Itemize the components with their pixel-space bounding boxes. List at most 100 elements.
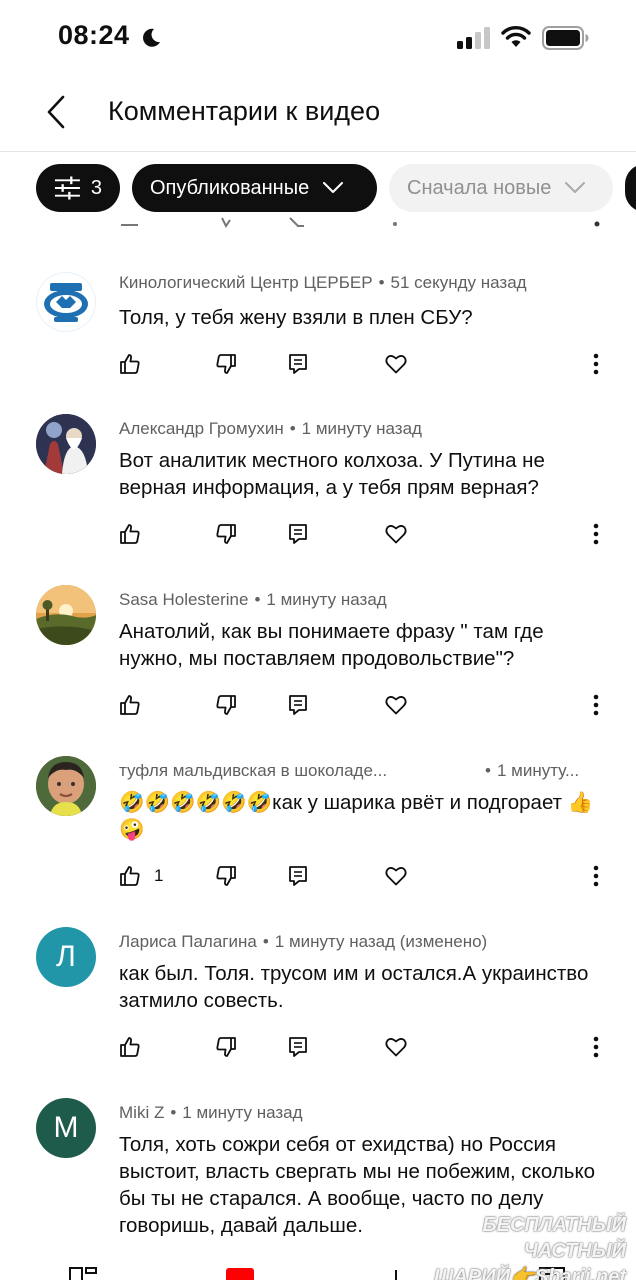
dislike-button[interactable]: [214, 690, 238, 720]
avatar[interactable]: [36, 272, 96, 332]
comment-time: 1 минуту назад: [266, 590, 387, 609]
like-button[interactable]: [118, 519, 154, 549]
sliders-icon: [54, 176, 80, 200]
published-label: Опубликованные: [150, 176, 310, 199]
more-options-button[interactable]: [590, 861, 602, 891]
thumbs-down-icon: [216, 1037, 236, 1057]
comment-item: Л Лариса Палагина • 1 минуту назад (измене…: [0, 919, 636, 1079]
sort-order-chip[interactable]: Сначала новые: [389, 164, 613, 212]
previous-action-icons: [121, 217, 600, 228]
comment-text: как был. Толя. трусом им и остался.А укр…: [119, 962, 589, 1012]
like-button[interactable]: [118, 349, 154, 379]
heart-icon: [385, 355, 407, 374]
heart-icon: [385, 525, 407, 544]
status-bar: 08:24: [0, 0, 636, 76]
more-vertical-icon: [593, 523, 599, 545]
more-options-button[interactable]: [590, 349, 602, 379]
comment-text: 🤣🤣🤣🤣🤣🤣как у шарика рвёт и подгорает 👍🤪: [119, 791, 594, 841]
dislike-button[interactable]: [214, 1032, 238, 1062]
more-options-button[interactable]: [590, 519, 602, 549]
comment-text: Толя, у тебя жену взяли в плен СБУ?: [119, 306, 473, 329]
back-button[interactable]: [36, 92, 76, 132]
published-filter-chip[interactable]: Опубликованные: [132, 164, 377, 212]
heart-button[interactable]: [384, 861, 408, 891]
avatar[interactable]: [36, 585, 96, 645]
dislike-button[interactable]: [214, 349, 238, 379]
comment-author[interactable]: туфля мальдивская в шоколаде...: [119, 761, 387, 780]
thumbs-down-icon: [216, 354, 236, 374]
reply-button[interactable]: [286, 861, 310, 891]
thumbs-up-icon: [120, 524, 140, 544]
comment-author[interactable]: Miki Z: [119, 1103, 164, 1122]
thumbs-up-icon: [120, 1037, 140, 1057]
comment-actions: [118, 690, 618, 720]
like-button[interactable]: 1: [118, 861, 163, 891]
watermark: БЕСПЛАТНЫЙ ЧАСТНЫЙ ШАРИЙ👉Sharij.net: [404, 1212, 626, 1280]
heart-icon: [385, 1038, 407, 1057]
cellular-signal-icon: [457, 27, 490, 49]
more-options-button[interactable]: [590, 1032, 602, 1062]
app-header: Комментарии к видео: [0, 76, 636, 152]
thumbs-down-icon: [216, 524, 236, 544]
comment-text: Анатолий, как вы понимаете фразу " там г…: [119, 620, 544, 670]
reply-button[interactable]: [286, 519, 310, 549]
comment-time: 1 минуту назад (изменено): [274, 932, 488, 951]
reply-comment-icon: [289, 695, 307, 715]
more-chip-partial[interactable]: [625, 164, 636, 212]
status-time: 08:24: [58, 20, 130, 50]
dislike-button[interactable]: [214, 861, 238, 891]
comment-time: 1 минуту...: [496, 761, 580, 780]
like-button[interactable]: [118, 690, 154, 720]
like-count: 1: [154, 866, 164, 885]
comment-actions: [118, 519, 618, 549]
avatar[interactable]: [36, 756, 96, 816]
avatar[interactable]: [36, 414, 96, 474]
comment-meta: Александр Громухин • 1 минуту назад: [119, 419, 422, 438]
comment-author[interactable]: Александр Громухин: [119, 419, 284, 438]
thumbs-up-icon: [120, 695, 140, 715]
kennel-logo-icon: [37, 273, 95, 331]
dislike-button[interactable]: [214, 519, 238, 549]
sort-label: Сначала новые: [407, 176, 552, 199]
heart-button[interactable]: [384, 1032, 408, 1062]
heart-button[interactable]: [384, 690, 408, 720]
reply-button[interactable]: [286, 690, 310, 720]
watermark-line1: БЕСПЛАТНЫЙ ЧАСТНЫЙ: [482, 1214, 626, 1262]
comment-meta: Sasa Holesterine • 1 минуту назад: [119, 590, 387, 609]
comment-item: Sasa Holesterine • 1 минуту назад Анатолий…: [0, 577, 636, 737]
avatar[interactable]: Л: [36, 927, 96, 987]
avatar-letter: M: [53, 1111, 79, 1144]
more-options-button[interactable]: [590, 690, 602, 720]
watermark-line2: ШАРИЙ👉Sharij.net: [433, 1266, 626, 1280]
comment-meta: Кинологический Центр ЦЕРБЕР • 51 секунду н…: [119, 273, 527, 292]
reply-comment-icon: [289, 1037, 307, 1057]
wifi-icon: [501, 26, 531, 47]
moon-icon: [143, 28, 160, 47]
comment-author[interactable]: Кинологический Центр ЦЕРБЕР: [119, 273, 373, 292]
heart-icon: [385, 867, 407, 886]
filter-settings-chip[interactable]: 3: [36, 164, 120, 212]
reply-button[interactable]: [286, 1032, 310, 1062]
heart-button[interactable]: [384, 519, 408, 549]
more-vertical-icon: [593, 353, 599, 375]
reply-button[interactable]: [286, 349, 310, 379]
chevron-down-icon: [323, 182, 344, 193]
more-vertical-icon: [593, 694, 599, 716]
comment-author[interactable]: Sasa Holesterine: [119, 590, 248, 609]
comment-item: Кинологический Центр ЦЕРБЕР • 51 секунду н…: [0, 262, 636, 392]
reply-comment-icon: [289, 866, 307, 886]
comment-author[interactable]: Лариса Палагина: [119, 932, 257, 951]
comment-time: 1 минуту назад: [182, 1103, 303, 1122]
previous-comment-actions-partial: [0, 214, 636, 234]
comment-meta: Лариса Палагина • 1 минуту назад (изменено…: [119, 932, 488, 951]
more-vertical-icon: [593, 1036, 599, 1058]
heart-button[interactable]: [384, 349, 408, 379]
comment-meta: туфля мальдивская в шоколаде... • 1 минуту…: [119, 761, 580, 780]
like-button[interactable]: [118, 1032, 154, 1062]
thumbs-up-icon: [120, 866, 140, 886]
user-photo-icon: [36, 585, 96, 645]
avatar[interactable]: M: [36, 1098, 96, 1158]
filter-bar: 3 Опубликованные Сначала новые: [0, 164, 636, 214]
thumbs-down-icon: [216, 866, 236, 886]
more-vertical-icon: [593, 865, 599, 887]
